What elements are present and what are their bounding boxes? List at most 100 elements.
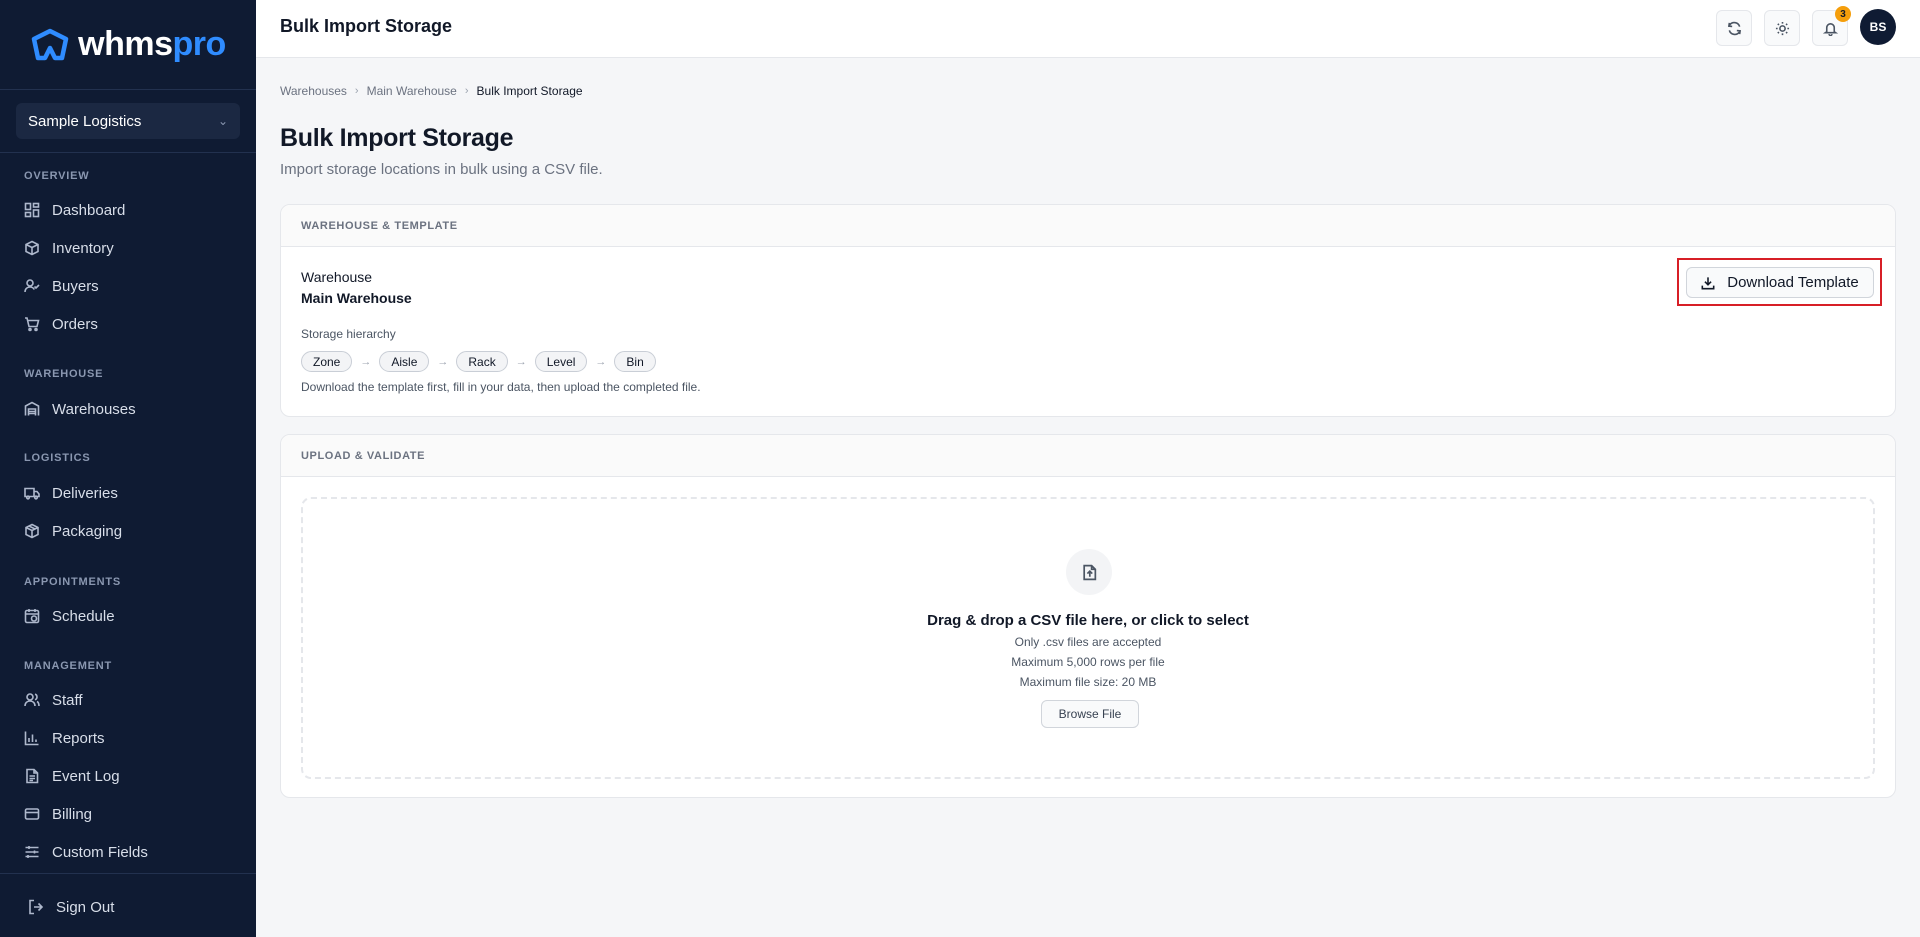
warehouse-icon xyxy=(24,401,40,416)
dropzone-requirement: Only .csv files are accepted xyxy=(1014,635,1162,649)
page-title: Bulk Import Storage xyxy=(280,124,514,152)
hierarchy-chip: Aisle xyxy=(379,351,430,372)
sidebar-divider xyxy=(0,152,256,153)
sidebar-item-custom-fields[interactable]: Custom Fields xyxy=(24,840,148,864)
sidebar-item-staff[interactable]: Staff xyxy=(24,688,83,712)
browse-file-button[interactable]: Browse File xyxy=(1041,700,1139,728)
cart-icon xyxy=(25,317,40,332)
sidebar-item-label: Inventory xyxy=(52,239,114,257)
sidebar-item-label: Dashboard xyxy=(52,201,126,219)
sidebar-item-label: Staff xyxy=(52,691,83,709)
sidebar-item-label: Custom Fields xyxy=(52,843,148,861)
sidebar: whmspro Sample Logistics ⌄ OVERVIEW Dash… xyxy=(0,0,256,937)
truck-icon xyxy=(24,487,40,500)
user-avatar[interactable]: BS xyxy=(1860,9,1896,45)
sign-out-icon xyxy=(29,899,44,915)
user-check-icon xyxy=(24,279,40,293)
warehouse-value: Main Warehouse xyxy=(301,290,412,306)
package-icon xyxy=(25,523,39,539)
sidebar-item-buyers[interactable]: Buyers xyxy=(24,274,99,298)
sidebar-item-dashboard[interactable]: Dashboard xyxy=(24,198,125,222)
chevron-right-icon: › xyxy=(464,85,469,97)
sun-icon xyxy=(1775,21,1789,35)
section-label-management: MANAGEMENT xyxy=(24,660,113,672)
sidebar-item-label: Billing xyxy=(52,805,93,823)
card-header: UPLOAD & VALIDATE xyxy=(281,435,1895,477)
card-header: WAREHOUSE & TEMPLATE xyxy=(281,205,1895,247)
header-title: Bulk Import Storage xyxy=(280,16,453,36)
dropzone-title: Drag & drop a CSV file here, or click to… xyxy=(927,612,1249,629)
dropzone-requirement: Maximum file size: 20 MB xyxy=(1019,675,1157,689)
sidebar-item-schedule[interactable]: Schedule xyxy=(24,604,115,628)
notifications-button[interactable]: 3 xyxy=(1812,6,1851,46)
top-bar: Bulk Import Storage 3 BS xyxy=(256,0,1920,58)
breadcrumb-item-main-warehouse[interactable]: Main Warehouse xyxy=(367,84,457,98)
sidebar-item-label: Event Log xyxy=(52,767,120,785)
sliders-icon xyxy=(25,846,39,858)
storage-hierarchy: Zone → Aisle → Rack → Level → Bin xyxy=(301,351,656,372)
notification-count-badge: 3 xyxy=(1835,6,1851,22)
chevron-right-icon: › xyxy=(354,85,359,97)
hierarchy-chip: Bin xyxy=(614,351,656,372)
download-icon xyxy=(1701,276,1715,289)
hierarchy-chip: Level xyxy=(534,351,588,372)
section-label-appointments: APPOINTMENTS xyxy=(24,576,121,588)
sidebar-item-inventory[interactable]: Inventory xyxy=(24,236,114,260)
organization-name: Sample Logistics xyxy=(28,112,142,130)
sidebar-item-reports[interactable]: Reports xyxy=(24,726,105,750)
sidebar-item-label: Schedule xyxy=(52,607,115,625)
sidebar-divider xyxy=(0,873,256,874)
file-upload-icon xyxy=(1066,549,1112,595)
breadcrumb: Warehouses › Main Warehouse › Bulk Impor… xyxy=(280,84,583,98)
logo-icon xyxy=(31,28,69,60)
breadcrumb-item-warehouses[interactable]: Warehouses xyxy=(280,84,347,98)
sidebar-item-label: Deliveries xyxy=(52,484,118,502)
arrow-right-icon: → xyxy=(595,355,607,368)
storage-hierarchy-label: Storage hierarchy xyxy=(301,327,396,341)
users-icon xyxy=(24,693,40,707)
section-label-warehouse: WAREHOUSE xyxy=(24,368,104,380)
download-template-label: Download Template xyxy=(1727,274,1859,291)
arrow-right-icon: → xyxy=(437,355,449,368)
sign-out-label: Sign Out xyxy=(56,898,115,916)
sidebar-item-orders[interactable]: Orders xyxy=(24,312,98,336)
sidebar-item-packaging[interactable]: Packaging xyxy=(24,519,122,543)
sign-out-button[interactable]: Sign Out xyxy=(28,895,114,919)
sidebar-item-label: Warehouses xyxy=(52,400,136,418)
file-up-icon xyxy=(1082,564,1096,580)
arrow-right-icon: → xyxy=(360,355,372,368)
warehouse-label: Warehouse xyxy=(301,269,373,285)
sidebar-item-billing[interactable]: Billing xyxy=(24,802,92,826)
sidebar-item-label: Orders xyxy=(52,315,98,333)
credit-card-icon xyxy=(24,808,40,820)
app-logo[interactable]: whmspro xyxy=(0,0,256,90)
file-dropzone[interactable]: Drag & drop a CSV file here, or click to… xyxy=(301,497,1875,779)
sidebar-item-label: Packaging xyxy=(52,522,123,540)
logo-text: whmspro xyxy=(78,25,226,63)
sidebar-item-label: Buyers xyxy=(52,277,99,295)
dashboard-icon xyxy=(24,202,40,218)
upload-validate-card: UPLOAD & VALIDATE Drag & drop a CSV file… xyxy=(280,434,1896,798)
breadcrumb-item-current: Bulk Import Storage xyxy=(476,84,583,98)
section-label-overview: OVERVIEW xyxy=(24,170,90,182)
sidebar-item-label: Reports xyxy=(52,729,105,747)
arrow-right-icon: → xyxy=(515,355,527,368)
template-hint: Download the template first, fill in you… xyxy=(301,380,701,394)
box-icon xyxy=(25,240,39,256)
sidebar-item-deliveries[interactable]: Deliveries xyxy=(24,481,118,505)
organization-select[interactable]: Sample Logistics ⌄ xyxy=(16,103,240,139)
dropzone-requirement: Maximum 5,000 rows per file xyxy=(1011,655,1165,669)
theme-toggle-button[interactable] xyxy=(1764,10,1800,46)
refresh-icon xyxy=(1727,21,1741,35)
hierarchy-chip: Zone xyxy=(301,351,353,372)
page-subtitle: Import storage locations in bulk using a… xyxy=(280,161,603,178)
sidebar-item-warehouses[interactable]: Warehouses xyxy=(24,397,136,421)
calendar-clock-icon xyxy=(24,609,40,624)
refresh-button[interactable] xyxy=(1716,10,1752,46)
sidebar-item-event-log[interactable]: Event Log xyxy=(24,764,120,788)
section-label-logistics: LOGISTICS xyxy=(24,452,91,464)
chevron-down-icon: ⌄ xyxy=(217,114,228,128)
bar-chart-icon xyxy=(24,731,39,746)
download-template-button[interactable]: Download Template xyxy=(1686,267,1874,298)
warehouse-template-card: WAREHOUSE & TEMPLATE Warehouse Main Ware… xyxy=(280,204,1896,417)
